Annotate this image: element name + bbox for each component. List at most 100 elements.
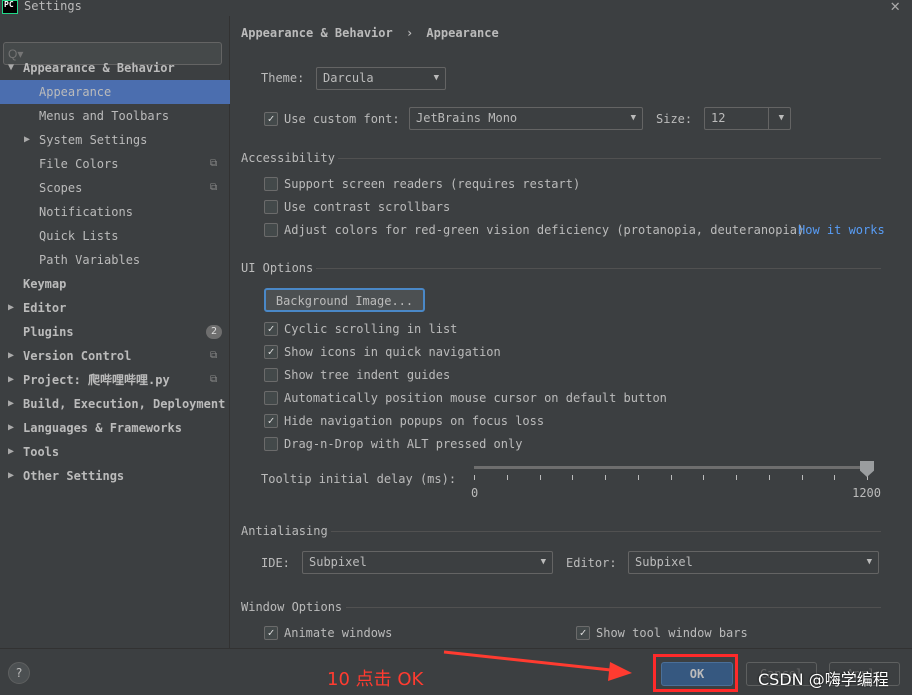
font-select[interactable]: JetBrains Mono ▼ (409, 107, 643, 130)
chevron-down-icon: ▼ (540, 557, 546, 567)
ui-options-heading: UI Options (241, 261, 314, 275)
sidebar-item-label: Languages & Frameworks (23, 421, 182, 435)
option-label: Support screen readers (requires restart… (284, 177, 581, 191)
how-it-works-link[interactable]: How it works (798, 223, 885, 237)
sidebar-item-languages-frameworks[interactable]: ▶ Languages & Frameworks (0, 416, 230, 440)
chevron-right-icon[interactable]: ▶ (8, 344, 14, 368)
option-checkbox[interactable]: ✓ (264, 345, 278, 359)
sidebar-item-build-execution-deployment[interactable]: ▶ Build, Execution, Deployment (0, 392, 230, 416)
slider-tick (506, 475, 508, 480)
sidebar-item-appearance[interactable]: Appearance (0, 80, 230, 104)
sidebar-item-label: File Colors (39, 157, 119, 171)
close-icon[interactable]: ✕ (890, 0, 900, 15)
sidebar-item-editor[interactable]: ▶ Editor (0, 296, 230, 320)
sidebar-item-label: Build, Execution, Deployment (23, 397, 226, 411)
sidebar-item-path-variables[interactable]: Path Variables (0, 248, 230, 272)
option-label: Automatically position mouse cursor on d… (284, 391, 667, 405)
title-bar: PC Settings ✕ (0, 0, 912, 16)
option-label: Adjust colors for red-green vision defic… (284, 223, 805, 237)
animate-windows-checkbox[interactable]: ✓ (264, 626, 278, 640)
slider-track (474, 466, 867, 469)
sidebar-item-label: Plugins (23, 325, 74, 339)
ok-button[interactable]: OK (661, 662, 733, 686)
divider (316, 268, 881, 269)
chevron-down-icon[interactable]: ▼ (8, 56, 14, 80)
show-tool-window-bars-checkbox[interactable]: ✓ (576, 626, 590, 640)
chevron-right-icon[interactable]: ▶ (8, 416, 14, 440)
animate-windows-label: Animate windows (284, 626, 393, 640)
custom-font-label: Use custom font: (284, 112, 400, 126)
sidebar-item-label: Editor (23, 301, 67, 315)
slider-tick (539, 475, 541, 480)
option-label: Use contrast scrollbars (284, 200, 451, 214)
chevron-right-icon[interactable]: ▶ (8, 296, 14, 320)
window-title: Settings (24, 0, 82, 13)
slider-tick (474, 475, 475, 480)
custom-font-checkbox[interactable]: ✓ (264, 112, 278, 126)
sidebar-item-label: Menus and Toolbars (39, 109, 170, 123)
divider (331, 531, 881, 532)
sidebar-item-appearance-behavior[interactable]: ▼ Appearance & Behavior (0, 56, 230, 80)
sidebar-item-label: Tools (23, 445, 60, 459)
annotation-arrow-icon (443, 650, 632, 681)
sidebar-item-project-py[interactable]: ▶ Project: 爬哔哩哔哩.py ⧉ (0, 368, 230, 392)
sidebar-item-menus-and-toolbars[interactable]: Menus and Toolbars (0, 104, 230, 128)
option-checkbox[interactable] (264, 177, 278, 191)
chevron-right-icon[interactable]: ▶ (8, 464, 14, 488)
sidebar-item-keymap[interactable]: Keymap (0, 272, 230, 296)
sidebar-item-label: Appearance (39, 85, 112, 99)
option-checkbox[interactable]: ✓ (264, 322, 278, 336)
option-checkbox[interactable]: ✓ (264, 414, 278, 428)
sidebar-item-other-settings[interactable]: ▶ Other Settings (0, 464, 230, 488)
help-button[interactable]: ? (8, 662, 30, 684)
sidebar-item-label: Keymap (23, 277, 67, 291)
sidebar-item-label: Notifications (39, 205, 133, 219)
sidebar-item-label: Other Settings (23, 469, 125, 483)
option-checkbox[interactable] (264, 391, 278, 405)
antialiasing-heading: Antialiasing (241, 524, 328, 538)
tooltip-delay-slider[interactable]: 0 1200 (471, 461, 881, 506)
sidebar-item-version-control[interactable]: ▶ Version Control ⧉ (0, 344, 230, 368)
sidebar-item-label: System Settings (39, 133, 148, 147)
divider (346, 607, 881, 608)
option-checkbox[interactable] (264, 437, 278, 451)
option-checkbox[interactable] (264, 223, 278, 237)
chevron-right-icon[interactable]: ▶ (8, 440, 14, 464)
size-label: Size: (656, 112, 693, 126)
breadcrumb: Appearance & Behavior › Appearance (241, 26, 499, 40)
chevron-right-icon[interactable]: ▶ (8, 368, 14, 392)
project-level-icon: ⧉ (210, 350, 218, 361)
chevron-down-icon: ▼ (433, 73, 439, 83)
breadcrumb-parent[interactable]: Appearance & Behavior (241, 26, 393, 40)
ide-aa-value: Subpixel (309, 555, 367, 569)
sidebar-item-scopes[interactable]: Scopes ⧉ (0, 176, 230, 200)
breadcrumb-current: Appearance (426, 26, 499, 40)
sidebar-item-notifications[interactable]: Notifications (0, 200, 230, 224)
slider-thumb[interactable] (860, 461, 874, 477)
background-image-button[interactable]: Background Image... (264, 288, 425, 312)
sidebar-item-system-settings[interactable]: ▶ System Settings (0, 128, 230, 152)
font-size-select[interactable]: 12 ▼ (704, 107, 791, 130)
slider-tick (768, 475, 770, 480)
theme-select[interactable]: Darcula ▼ (316, 67, 446, 90)
sidebar-item-label: Appearance & Behavior (23, 61, 175, 75)
theme-label: Theme: (261, 71, 305, 85)
ide-antialiasing-select[interactable]: Subpixel ▼ (302, 551, 553, 574)
editor-antialiasing-select[interactable]: Subpixel ▼ (628, 551, 879, 574)
project-level-icon: ⧉ (210, 158, 218, 169)
chevron-right-icon[interactable]: ▶ (8, 392, 14, 416)
sidebar-item-file-colors[interactable]: File Colors ⧉ (0, 152, 230, 176)
sidebar-item-quick-lists[interactable]: Quick Lists (0, 224, 230, 248)
ide-aa-label: IDE: (261, 556, 290, 570)
sidebar-item-tools[interactable]: ▶ Tools (0, 440, 230, 464)
slider-tick (637, 475, 639, 480)
option-checkbox[interactable] (264, 200, 278, 214)
sidebar-item-label: Path Variables (39, 253, 141, 267)
sidebar-item-plugins[interactable]: Plugins 2 (0, 320, 230, 344)
chevron-down-icon: ▼ (630, 113, 636, 123)
accessibility-heading: Accessibility (241, 151, 335, 165)
slider-tick (703, 475, 705, 480)
chevron-right-icon[interactable]: ▶ (24, 128, 30, 152)
option-checkbox[interactable] (264, 368, 278, 382)
slider-tick (572, 475, 574, 480)
